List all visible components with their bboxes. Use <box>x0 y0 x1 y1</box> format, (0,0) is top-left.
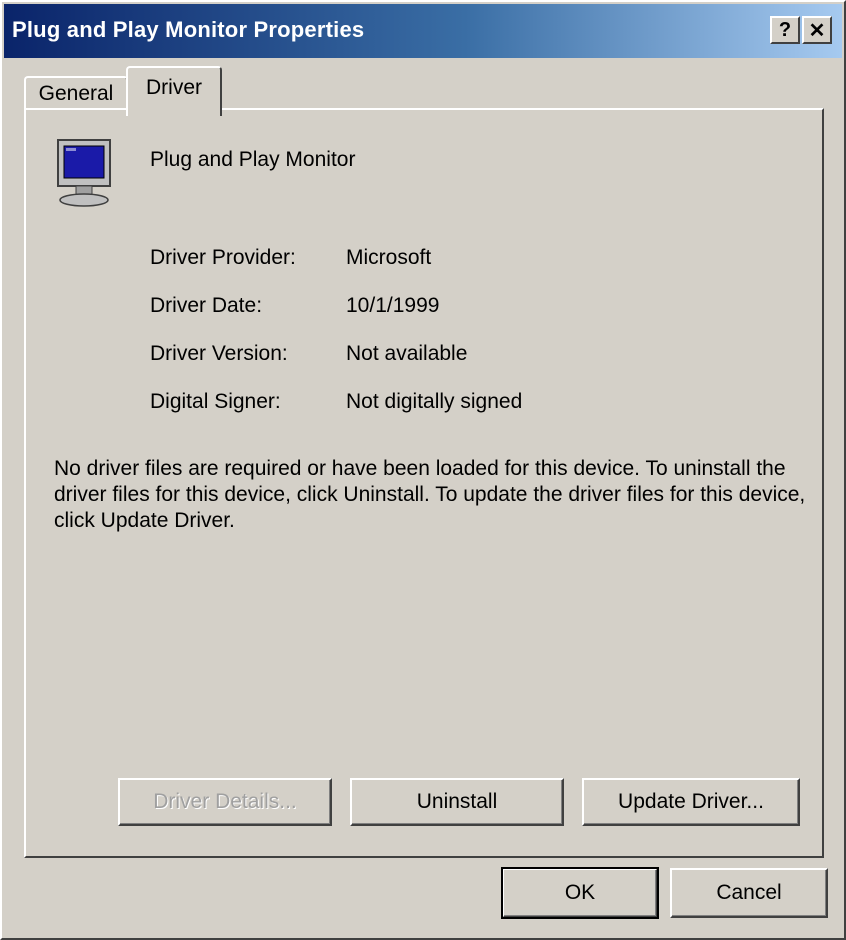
driver-date-label: Driver Date: <box>150 294 263 317</box>
update-driver-button[interactable]: Update Driver... <box>582 778 800 826</box>
driver-provider-label: Driver Provider: <box>150 246 296 269</box>
digital-signer-value: Not digitally signed <box>346 390 523 413</box>
uninstall-button[interactable]: Uninstall <box>350 778 564 826</box>
tab-driver[interactable]: Driver <box>126 66 222 116</box>
digital-signer-label: Digital Signer: <box>150 390 281 413</box>
tab-general[interactable]: General <box>24 76 128 110</box>
driver-provider-value: Microsoft <box>346 246 432 269</box>
cancel-button[interactable]: Cancel <box>670 868 828 918</box>
window-title: Plug and Play Monitor Properties <box>12 17 365 42</box>
device-name: Plug and Play Monitor <box>150 148 356 171</box>
close-icon: ✕ <box>808 19 826 42</box>
driver-version-label: Driver Version: <box>150 342 288 365</box>
ok-button[interactable]: OK <box>501 867 659 919</box>
driver-details-button: Driver Details... <box>118 778 332 826</box>
driver-date-value: 10/1/1999 <box>346 294 440 317</box>
help-button[interactable]: ? <box>770 16 800 44</box>
close-button[interactable]: ✕ <box>802 16 832 44</box>
driver-version-value: Not available <box>346 342 468 365</box>
title-bar[interactable]: Plug and Play Monitor Properties ? ✕ <box>4 4 842 58</box>
driver-description: No driver files are required or have bee… <box>54 457 806 532</box>
help-icon: ? <box>778 18 792 41</box>
properties-dialog: Plug and Play Monitor Properties ? ✕ Gen… <box>0 0 846 940</box>
driver-tab-panel: Plug and Play Monitor Driver Provider: M… <box>24 108 824 858</box>
monitor-icon <box>57 139 111 207</box>
